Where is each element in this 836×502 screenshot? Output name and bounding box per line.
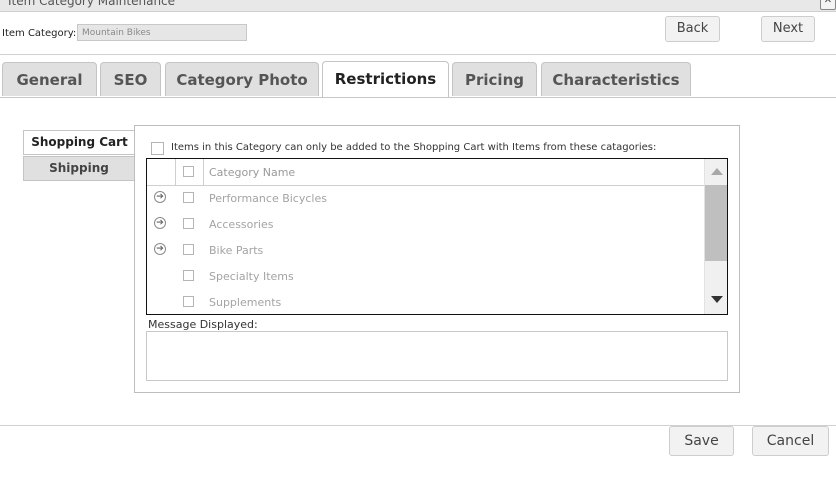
category-grid: Category Name ➔ Performance Bicycles ➔ A…: [146, 158, 728, 315]
column-header-category-name[interactable]: Category Name: [209, 166, 295, 179]
message-displayed-label: Message Displayed:: [148, 318, 258, 331]
table-row: ➔ Bike Parts: [147, 237, 704, 263]
tab-pricing[interactable]: Pricing: [452, 62, 537, 96]
row-checkbox[interactable]: [183, 296, 194, 307]
table-row: ➔ Performance Bicycles: [147, 185, 704, 211]
subtab-shopping-cart[interactable]: Shopping Cart: [23, 130, 135, 155]
close-icon[interactable]: ✕: [820, 0, 836, 10]
tab-restrictions[interactable]: Restrictions: [322, 61, 449, 97]
table-row: Specialty Items: [147, 263, 704, 289]
select-all-checkbox[interactable]: [183, 166, 194, 177]
grid-header: Category Name: [147, 159, 704, 186]
tab-category-photo[interactable]: Category Photo: [165, 62, 319, 96]
grid-scrollbar[interactable]: [704, 159, 727, 314]
table-row: Supplements: [147, 289, 704, 314]
save-button[interactable]: Save: [669, 426, 734, 456]
next-button[interactable]: Next: [761, 16, 815, 42]
table-row: ➔ Accessories: [147, 211, 704, 237]
window-title: Item Category Maintenance: [8, 0, 176, 8]
restrict-category-checkbox[interactable]: [151, 142, 164, 155]
row-category-name: Performance Bicycles: [209, 192, 327, 205]
row-checkbox[interactable]: [183, 218, 194, 229]
row-checkbox[interactable]: [183, 244, 194, 255]
tab-characteristics[interactable]: Characteristics: [541, 62, 691, 96]
row-checkbox[interactable]: [183, 192, 194, 203]
message-displayed-textarea[interactable]: [146, 331, 728, 381]
row-category-name: Accessories: [209, 218, 274, 231]
header-divider: [0, 54, 836, 55]
scroll-down-icon[interactable]: [711, 296, 723, 303]
arrow-right-circle-icon[interactable]: ➔: [154, 217, 166, 229]
restrict-category-label: Items in this Category can only be added…: [171, 142, 657, 153]
row-category-name: Supplements: [209, 296, 282, 309]
scroll-up-icon[interactable]: [711, 168, 723, 175]
arrow-right-circle-icon[interactable]: ➔: [154, 191, 166, 203]
window-titlebar: Item Category Maintenance ✕: [0, 0, 836, 12]
cancel-button[interactable]: Cancel: [752, 426, 829, 456]
item-category-label: Item Category:: [2, 28, 77, 39]
row-checkbox[interactable]: [183, 270, 194, 281]
tab-general[interactable]: General: [2, 62, 97, 96]
back-button[interactable]: Back: [665, 16, 720, 42]
grid-column-divider: [203, 159, 204, 185]
tab-seo[interactable]: SEO: [100, 62, 161, 96]
item-category-field: Mountain Bikes: [77, 24, 247, 41]
scrollbar-thumb[interactable]: [705, 185, 727, 261]
row-category-name: Specialty Items: [209, 270, 294, 283]
grid-column-divider: [175, 159, 176, 185]
subtab-shipping[interactable]: Shipping: [23, 156, 135, 181]
arrow-right-circle-icon[interactable]: ➔: [154, 243, 166, 255]
row-category-name: Bike Parts: [209, 244, 264, 257]
